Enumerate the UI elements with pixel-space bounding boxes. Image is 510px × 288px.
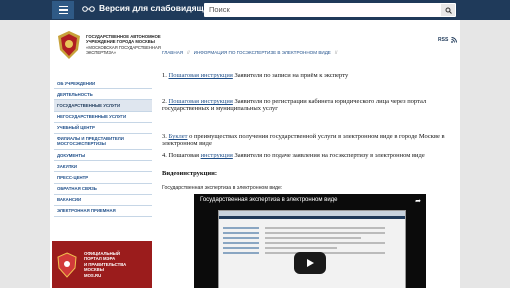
sidebar-item-state-services[interactable]: ГОСУДАРСТВЕННЫЕ УСЛУГИ xyxy=(54,100,152,112)
search-input[interactable]: Поиск xyxy=(204,3,456,17)
instruction-link[interactable]: Пошаговая инструкция xyxy=(169,98,233,105)
accessibility-link[interactable]: Версия для слабовидящих xyxy=(82,3,214,13)
video-caption: Государственная экспертиза в электронном… xyxy=(162,185,283,191)
play-icon xyxy=(307,259,314,267)
sidebar-item-purchases[interactable]: ЗАКУПКИ xyxy=(54,161,152,173)
mos-ru-banner[interactable]: ОФИЦИАЛЬНЫЙ ПОРТАЛ МЭРА И ПРАВИТЕЛЬСТВА … xyxy=(52,241,152,288)
breadcrumb: ГЛАВНАЯ // ИНФОРМАЦИЯ ПО ГОСЭКСПЕРТИЗЕ В… xyxy=(162,50,337,55)
instruction-link[interactable]: Пошаговая инструкция xyxy=(169,72,233,79)
instruction-item: 3. Буклет о преимуществах получения госу… xyxy=(162,133,458,148)
breadcrumb-separator: // xyxy=(187,50,190,55)
search-placeholder: Поиск xyxy=(209,5,230,14)
video-thumbnail xyxy=(218,210,406,288)
sidebar-item-training[interactable]: УЧЕБНЫЙ ЦЕНТР xyxy=(54,123,152,134)
rss-label: RSS xyxy=(438,37,449,43)
accessibility-label: Версия для слабовидящих xyxy=(99,3,214,13)
banner-line: MOS.RU xyxy=(84,272,102,278)
sidebar-item-press[interactable]: ПРЕСС-ЦЕНТР xyxy=(54,172,152,184)
moscow-emblem-icon xyxy=(57,251,77,278)
instruction-item: 2. Пошаговая инструкция Заявителя по рег… xyxy=(162,98,458,113)
instruction-link[interactable]: инструкция xyxy=(201,152,233,159)
item-number: 4. Пошаговая xyxy=(162,152,199,159)
sidebar-item-documents[interactable]: ДОКУМЕНТЫ xyxy=(54,150,152,162)
share-icon[interactable]: ➦ xyxy=(415,197,421,205)
sidebar-item-vacancies[interactable]: ВАКАНСИИ xyxy=(54,195,152,206)
top-bar: Версия для слабовидящих Поиск xyxy=(0,0,510,20)
rss-link[interactable]: RSS xyxy=(438,37,458,43)
sidebar-item-activity[interactable]: ДЕЯТЕЛЬНОСТЬ xyxy=(54,89,152,101)
org-line: «МОСКОВСКАЯ ГОСУДАРСТВЕННАЯ xyxy=(86,44,161,50)
play-button[interactable] xyxy=(294,252,326,274)
glasses-icon xyxy=(82,5,95,12)
item-number: 3. xyxy=(162,133,167,140)
banner-text: ОФИЦИАЛЬНЫЙ ПОРТАЛ МЭРА И ПРАВИТЕЛЬСТВА … xyxy=(84,251,126,279)
menu-icon[interactable] xyxy=(52,1,74,19)
sidebar-item-feedback[interactable]: ОБРАТНАЯ СВЯЗЬ xyxy=(54,184,152,195)
instruction-item: 1. Пошаговая инструкция Заявителя по зап… xyxy=(162,72,458,79)
sidebar-item-branches[interactable]: ФИЛИАЛЫ И ПРЕДСТАВИТЕЛИ МОСГОСЭКСПЕРТИЗЫ xyxy=(54,134,152,150)
coat-of-arms-logo[interactable] xyxy=(56,30,82,60)
item-text: Заявителя по подаче заявления на госэксп… xyxy=(234,152,425,159)
booklet-link[interactable]: Буклет xyxy=(169,133,188,140)
org-line: ЭКСПЕРТИЗА» xyxy=(86,50,117,56)
video-title[interactable]: Государственная экспертиза в электронном… xyxy=(200,197,338,203)
instruction-item: 4. Пошаговая инструкция Заявителя по под… xyxy=(162,152,458,159)
item-number: 1. xyxy=(162,72,167,79)
video-heading: Видеоинструкции: xyxy=(162,170,218,177)
item-number: 2. xyxy=(162,98,167,105)
video-player[interactable]: Государственная экспертиза в электронном… xyxy=(194,194,426,288)
sidebar-item-about[interactable]: ОБ УЧРЕЖДЕНИИ xyxy=(54,78,152,90)
item-text: Заявителя по записи на приём к эксперту xyxy=(234,72,349,79)
search-button[interactable] xyxy=(441,4,455,16)
search-icon xyxy=(445,7,452,14)
sidebar-nav: ОБ УЧРЕЖДЕНИИ ДЕЯТЕЛЬНОСТЬ ГОСУДАРСТВЕНН… xyxy=(54,78,152,218)
sidebar-item-non-state-services[interactable]: НЕГОСУДАРСТВЕННЫЕ УСЛУГИ xyxy=(54,112,152,123)
item-text: о преимуществах получения государственно… xyxy=(162,133,445,148)
breadcrumb-home[interactable]: ГЛАВНАЯ xyxy=(162,50,183,55)
sidebar-item-reception[interactable]: ЭЛЕКТРОННАЯ ПРИЕМНАЯ xyxy=(54,206,152,218)
rss-icon xyxy=(451,37,458,43)
breadcrumb-separator: // xyxy=(334,50,338,55)
breadcrumb-current: ИНФОРМАЦИЯ ПО ГОСЭКСПЕРТИЗЕ В ЭЛЕКТРОННО… xyxy=(193,50,331,55)
page: ГОСУДАРСТВЕННОЕ АВТОНОМНОЕ УЧРЕЖДЕНИЕ ГО… xyxy=(50,20,460,288)
